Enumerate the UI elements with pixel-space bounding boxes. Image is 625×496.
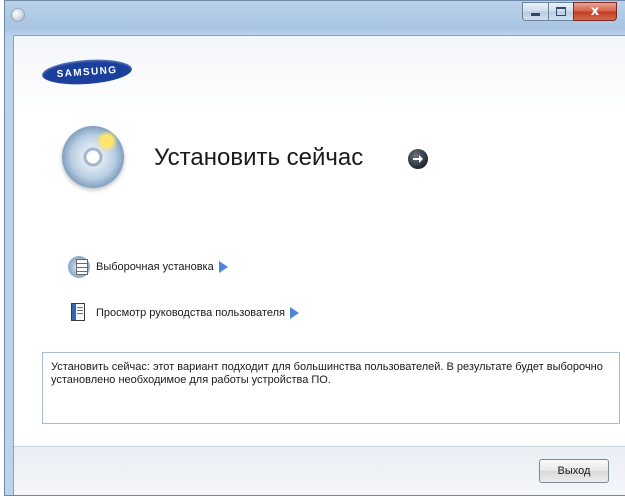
description-box: Установить сейчас: этот вариант подходит… [42, 352, 620, 424]
title-bar[interactable]: x [5, 1, 625, 35]
custom-install-option[interactable]: Выборочная установка [68, 256, 228, 278]
maximize-icon [556, 7, 566, 16]
install-now-arrow-icon[interactable] [408, 149, 428, 169]
maximize-button[interactable] [548, 2, 573, 21]
triangle-right-icon[interactable] [289, 307, 299, 319]
app-icon [11, 8, 25, 22]
install-disc-icon[interactable] [62, 126, 124, 188]
install-now-title[interactable]: Установить сейчас [154, 144, 363, 172]
user-manual-label[interactable]: Просмотр руководства пользователя [96, 307, 285, 319]
arrow-right-icon [413, 155, 423, 163]
user-manual-option[interactable]: Просмотр руководства пользователя [68, 302, 299, 324]
custom-install-label[interactable]: Выборочная установка [96, 261, 214, 273]
user-manual-icon [68, 302, 90, 324]
installer-content: SAMSUNG Установить сейчас Выборочная уст… [13, 35, 625, 495]
window-controls: x [522, 2, 617, 21]
close-button[interactable]: x [573, 2, 617, 21]
minimize-icon [531, 13, 540, 16]
installer-window: x SAMSUNG Установить сейчас Выборочная у… [4, 0, 625, 496]
custom-install-icon [68, 256, 90, 278]
samsung-logo-text: SAMSUNG [56, 64, 118, 80]
triangle-right-icon[interactable] [218, 261, 228, 273]
minimize-button[interactable] [522, 2, 548, 21]
exit-button[interactable]: Выход [539, 459, 609, 483]
close-icon: x [590, 4, 600, 19]
footer-bar: Выход [14, 446, 625, 495]
